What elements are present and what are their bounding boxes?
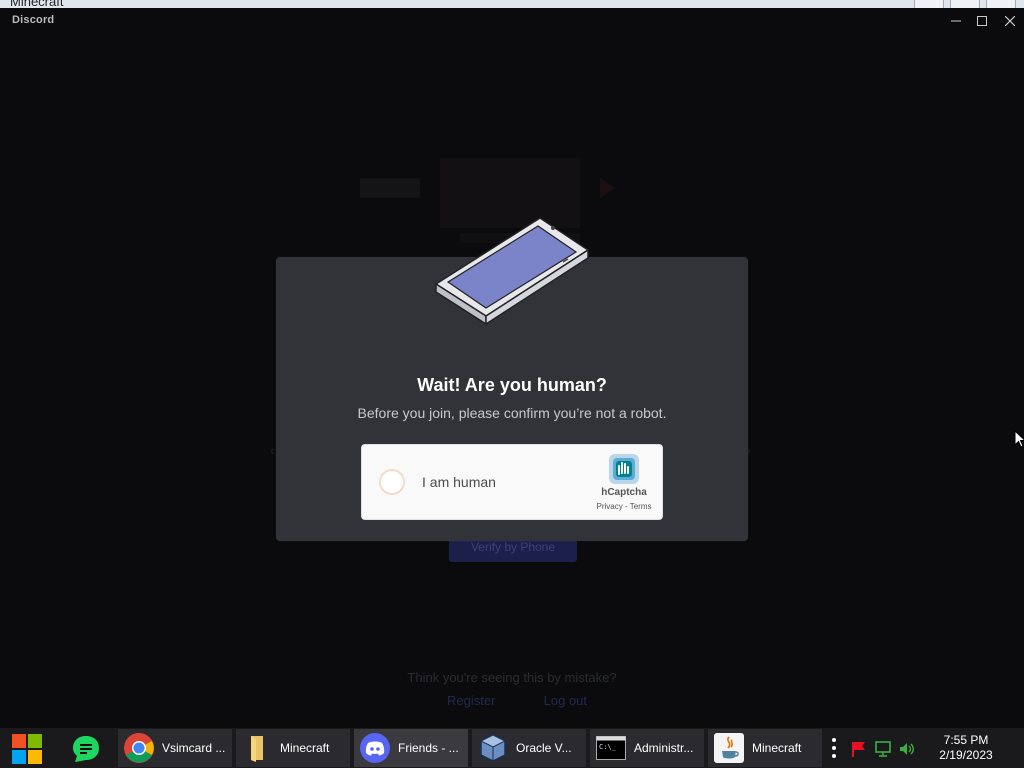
taskbar-item-label: Administr... bbox=[634, 741, 694, 755]
mouse-cursor-icon bbox=[1014, 430, 1024, 448]
tray-overflow-button[interactable] bbox=[828, 738, 840, 758]
java-icon bbox=[712, 731, 746, 765]
checkbox-label: I am human bbox=[422, 474, 496, 490]
modal-title: Wait! Are you human? bbox=[417, 375, 607, 395]
legal-separator: - bbox=[622, 502, 630, 511]
logout-link[interactable]: Log out bbox=[544, 693, 587, 708]
volume-icon[interactable] bbox=[898, 740, 916, 758]
svg-text:C:\_: C:\_ bbox=[599, 743, 617, 751]
clock-time: 7:55 PM bbox=[943, 733, 989, 747]
modal-subtitle: Before you join, please confirm you’re n… bbox=[357, 405, 667, 421]
windows-logo-icon bbox=[12, 734, 42, 764]
taskbar-item-label: Friends - ... bbox=[398, 741, 459, 755]
terms-link[interactable]: Terms bbox=[630, 502, 652, 511]
taskbar-item-discord[interactable]: Friends - ... bbox=[354, 729, 468, 767]
system-clock[interactable]: 7:55 PM 2/19/2023 bbox=[926, 733, 1006, 763]
taskbar-item-chrome[interactable]: Vsimcard ... bbox=[118, 729, 232, 767]
hcaptcha-brand: hCaptcha bbox=[601, 487, 647, 498]
taskbar: Vsimcard ... Minecraft Friends - ... Ora… bbox=[0, 728, 1024, 768]
hcaptcha-logo-icon bbox=[609, 454, 639, 484]
register-link[interactable]: Register bbox=[447, 693, 495, 708]
taskbar-item-label: Minecraft bbox=[280, 741, 330, 755]
mistake-text: Think you're seeing this by mistake? bbox=[407, 670, 617, 685]
phone-illustration bbox=[434, 217, 590, 326]
hcaptcha-widget: I am human hCaptcha Privacy - Terms bbox=[361, 444, 663, 520]
pinned-app-feedback[interactable] bbox=[64, 732, 108, 766]
background-links: Register Log out bbox=[447, 693, 587, 708]
action-center-flag-icon[interactable] bbox=[850, 740, 868, 758]
hcaptcha-legal: Privacy - Terms bbox=[584, 502, 664, 511]
discord-window: Discord ‹ › Verify by Phone Think you're… bbox=[0, 8, 1024, 728]
taskbar-item-cmd[interactable]: C:\_ Administr... bbox=[590, 729, 704, 767]
outer-window-title: Minecraft bbox=[10, 0, 64, 8]
taskbar-item-virtualbox[interactable]: Oracle V... bbox=[472, 729, 586, 767]
start-button[interactable] bbox=[8, 732, 46, 766]
privacy-link[interactable]: Privacy bbox=[597, 502, 623, 511]
virtualbox-icon bbox=[476, 731, 510, 765]
chat-app-icon bbox=[73, 736, 99, 762]
outer-window-titlebar: Minecraft bbox=[0, 0, 1024, 8]
clock-date: 2/19/2023 bbox=[939, 748, 993, 762]
taskbar-item-label: Oracle V... bbox=[516, 741, 572, 755]
taskbar-item-label: Minecraft bbox=[752, 741, 802, 755]
outer-window-controls bbox=[914, 0, 1016, 8]
taskbar-item-label: Vsimcard ... bbox=[162, 741, 226, 755]
background-arrow-left: ‹ bbox=[270, 442, 275, 458]
chrome-icon bbox=[122, 731, 156, 765]
cmd-icon: C:\_ bbox=[594, 731, 628, 765]
discord-icon bbox=[358, 731, 392, 765]
taskbar-item-explorer[interactable]: Minecraft bbox=[236, 729, 350, 767]
human-checkbox[interactable] bbox=[379, 469, 405, 495]
folder-icon bbox=[240, 731, 274, 765]
taskbar-item-java-minecraft[interactable]: Minecraft bbox=[708, 729, 822, 767]
network-icon[interactable] bbox=[874, 740, 892, 758]
